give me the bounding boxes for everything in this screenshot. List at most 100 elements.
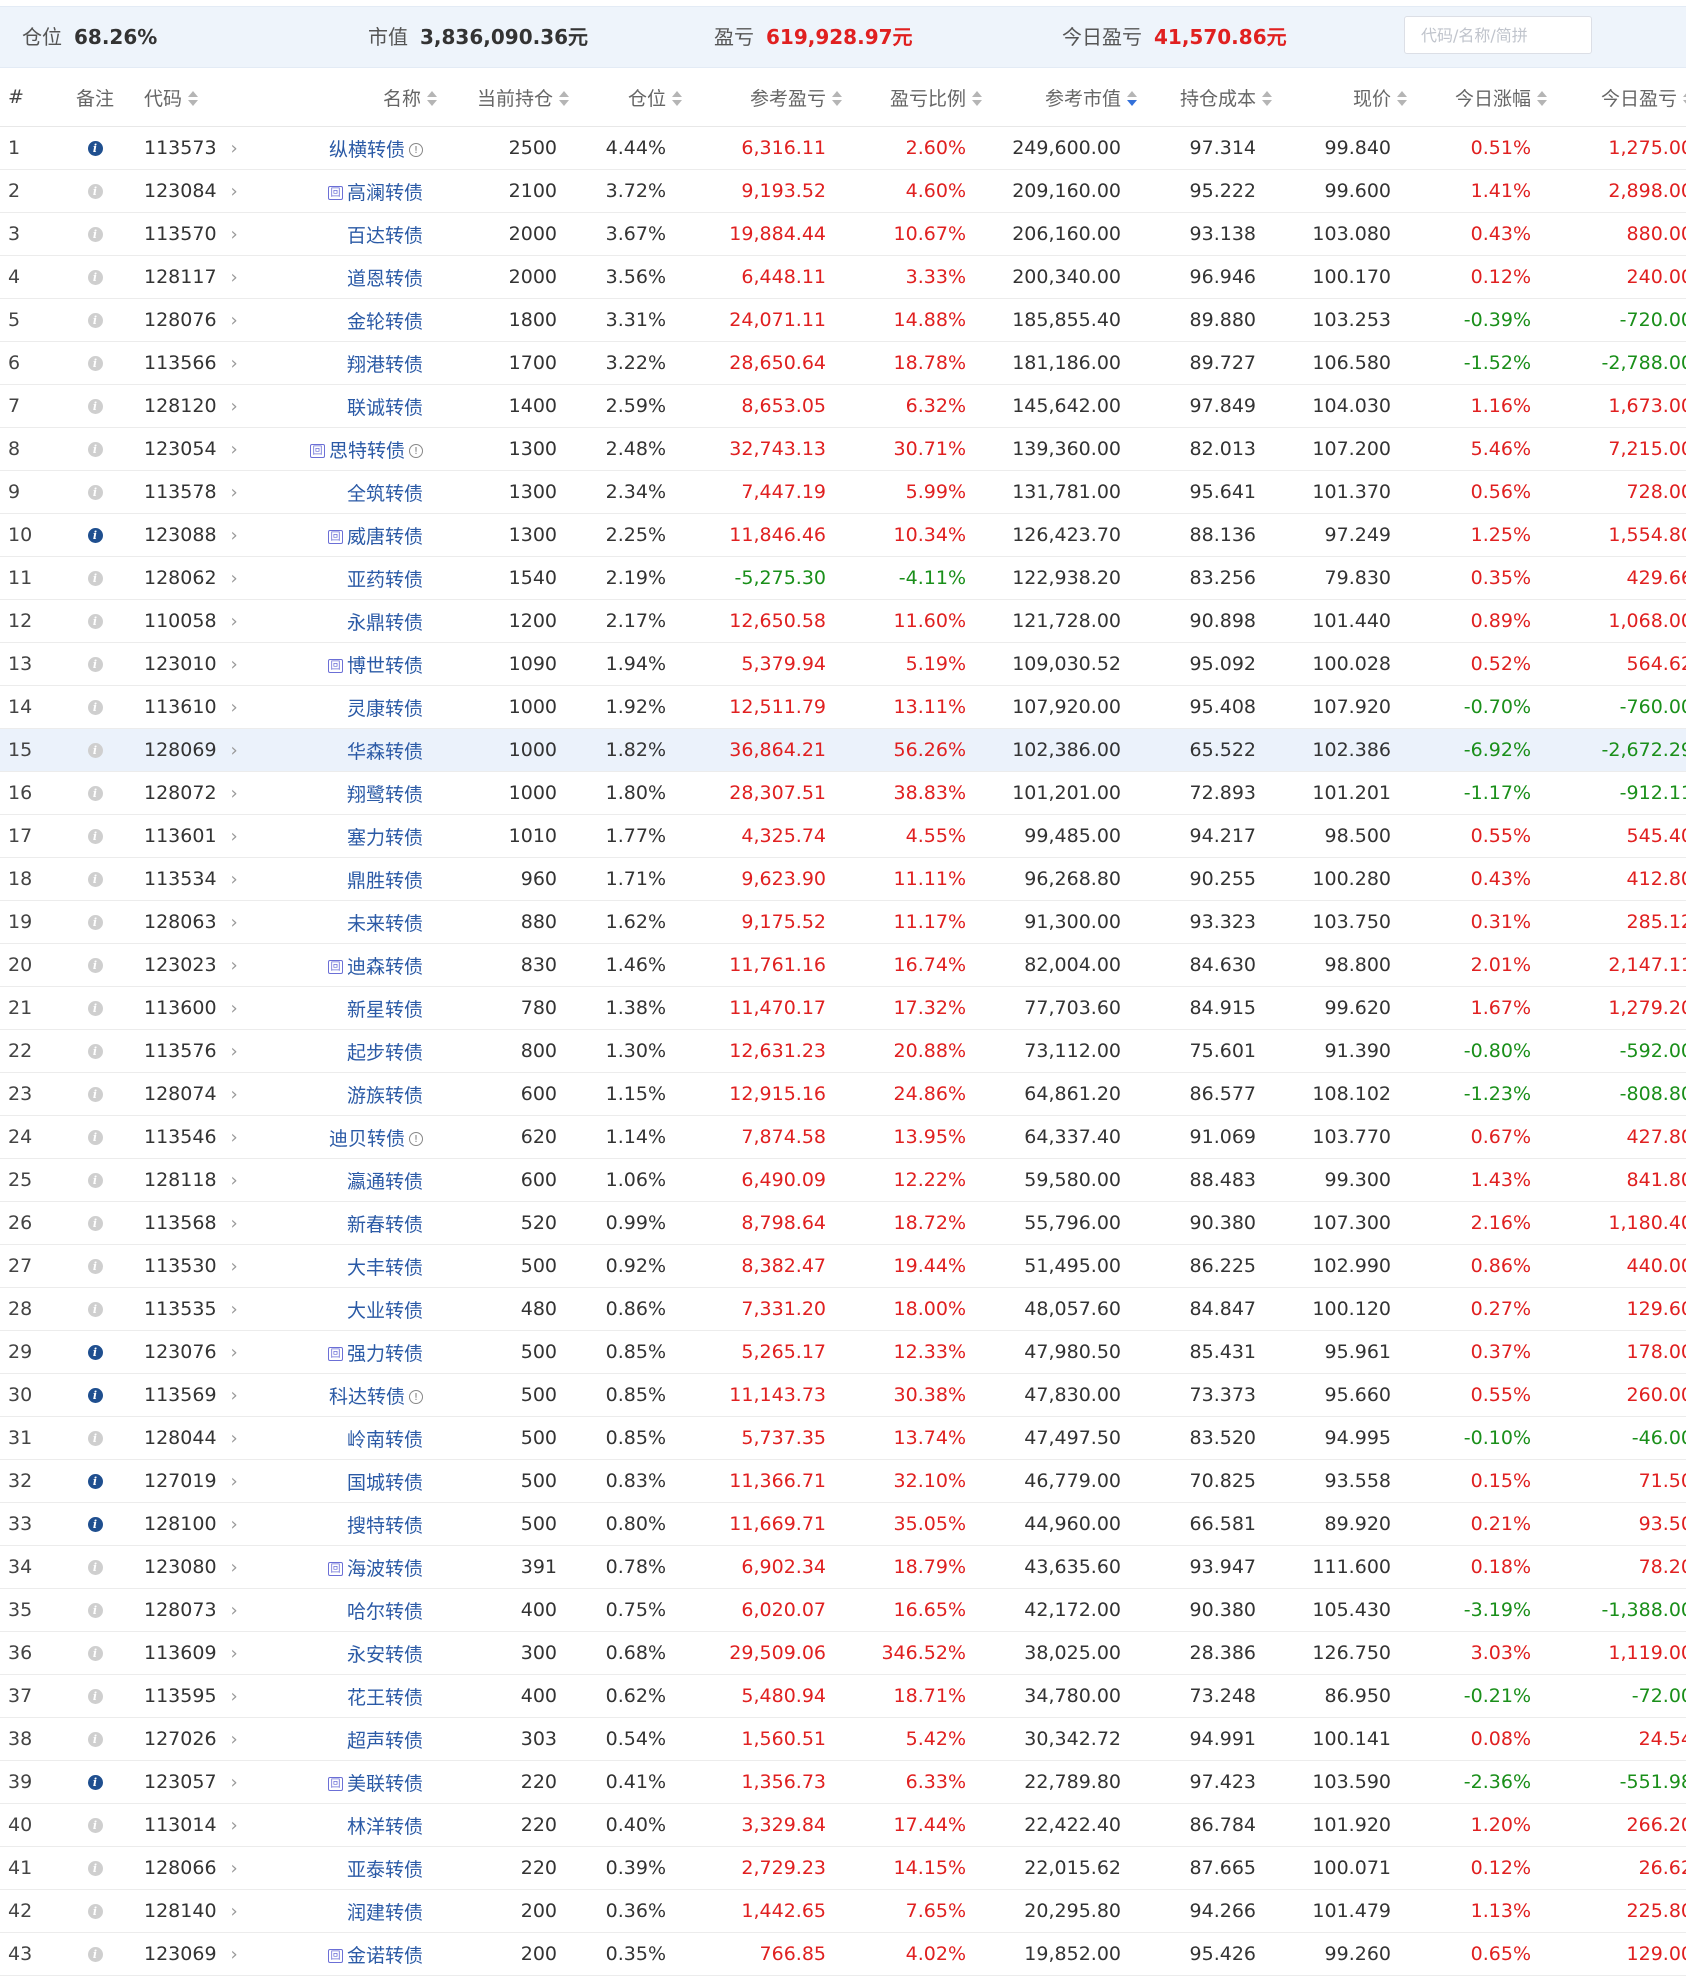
bond-name-link[interactable]: 威唐转债 — [347, 526, 423, 548]
table-row[interactable]: 35 i 128073 › 哈尔转债 400 0.75% 6,020.07 16.65% 42,1… — [0, 1588, 1686, 1632]
cell-code[interactable]: 113610 › — [130, 685, 270, 729]
cell-name[interactable]: 花王转债 — [270, 1674, 445, 1718]
cell-name[interactable]: 回美联转债 — [270, 1760, 445, 1804]
sort-icon[interactable] — [672, 91, 682, 107]
sort-icon[interactable] — [1262, 91, 1272, 107]
info-icon[interactable]: i — [87, 614, 103, 629]
cell-code[interactable]: 123057 › — [130, 1760, 270, 1804]
table-row[interactable]: 5 i 128076 › 金轮转债 1800 3.31% 24,071.11 14.88% 185… — [0, 298, 1686, 342]
cell-code[interactable]: 113601 › — [130, 814, 270, 858]
cell-name[interactable]: 翔鹭转债 — [270, 771, 445, 815]
cell-name[interactable]: 回海波转债 — [270, 1545, 445, 1589]
cell-note[interactable]: i — [60, 1373, 130, 1417]
chevron-right-icon[interactable]: › — [231, 912, 238, 933]
cell-code[interactable]: 113570 › — [130, 212, 270, 256]
bond-name-link[interactable]: 超声转债 — [347, 1730, 423, 1752]
bond-name-link[interactable]: 迪贝转债 — [329, 1128, 405, 1150]
cell-code[interactable]: 123084 › — [130, 169, 270, 213]
info-icon[interactable]: i — [87, 872, 103, 887]
cell-note[interactable]: i — [60, 341, 130, 385]
bond-code[interactable]: 123088 — [144, 524, 217, 546]
table-row[interactable]: 30 i 113569 › 科达转债! 500 0.85% 11,143.73 30.38% 47… — [0, 1373, 1686, 1417]
cell-name[interactable]: 大业转债 — [270, 1287, 445, 1331]
cell-note[interactable]: i — [60, 255, 130, 299]
info-icon[interactable]: i — [87, 1431, 103, 1446]
cell-note[interactable]: i — [60, 1803, 130, 1847]
info-icon[interactable]: i — [87, 141, 103, 156]
chevron-right-icon[interactable]: › — [231, 1729, 238, 1750]
cell-name[interactable]: 回强力转债 — [270, 1330, 445, 1374]
cell-code[interactable]: 128069 › — [130, 728, 270, 772]
chevron-right-icon[interactable]: › — [231, 1944, 238, 1965]
table-row[interactable]: 13 i 123010 › 回博世转债 1090 1.94% 5,379.94 5.19% 109… — [0, 642, 1686, 686]
cell-note[interactable]: i — [60, 1330, 130, 1374]
bond-code[interactable]: 113014 — [144, 1814, 217, 1836]
cell-name[interactable]: 科达转债! — [270, 1373, 445, 1417]
cell-name[interactable]: 道恩转债 — [270, 255, 445, 299]
info-icon[interactable]: i — [87, 657, 103, 672]
cell-name[interactable]: 亚泰转债 — [270, 1846, 445, 1890]
cell-code[interactable]: 128066 › — [130, 1846, 270, 1890]
info-icon[interactable]: i — [87, 184, 103, 199]
table-row[interactable]: 40 i 113014 › 林洋转债 220 0.40% 3,329.84 17.44% 22,4… — [0, 1803, 1686, 1847]
info-icon[interactable]: i — [87, 915, 103, 930]
bond-code[interactable]: 127026 — [144, 1728, 217, 1750]
info-icon[interactable]: i — [87, 1044, 103, 1059]
bond-code[interactable]: 113610 — [144, 696, 217, 718]
cell-note[interactable]: i — [60, 685, 130, 729]
bond-name-link[interactable]: 思特转债 — [329, 440, 405, 462]
chevron-right-icon[interactable]: › — [231, 396, 238, 417]
info-icon[interactable]: i — [87, 399, 103, 414]
cell-code[interactable]: 113566 › — [130, 341, 270, 385]
info-icon[interactable]: i — [87, 1689, 103, 1704]
bond-code[interactable]: 123010 — [144, 653, 217, 675]
bond-name-link[interactable]: 永鼎转债 — [347, 612, 423, 634]
table-row[interactable]: 29 i 123076 › 回强力转债 500 0.85% 5,265.17 12.33% 47,… — [0, 1330, 1686, 1374]
bond-code[interactable]: 128076 — [144, 309, 217, 331]
bond-name-link[interactable]: 未来转债 — [347, 913, 423, 935]
bond-name-link[interactable]: 金轮转债 — [347, 311, 423, 333]
info-icon[interactable]: i — [87, 829, 103, 844]
info-icon[interactable]: i — [87, 1173, 103, 1188]
chevron-right-icon[interactable]: › — [231, 1557, 238, 1578]
cell-note[interactable]: i — [60, 212, 130, 256]
cell-code[interactable]: 128118 › — [130, 1158, 270, 1202]
bond-code[interactable]: 123069 — [144, 1943, 217, 1965]
cell-note[interactable]: i — [60, 427, 130, 471]
cell-note[interactable]: i — [60, 943, 130, 987]
bond-name-link[interactable]: 全筑转债 — [347, 483, 423, 505]
info-icon[interactable]: i — [87, 1474, 103, 1489]
cell-code[interactable]: 113014 › — [130, 1803, 270, 1847]
bond-name-link[interactable]: 塞力转债 — [347, 827, 423, 849]
table-row[interactable]: 8 i 123054 › 回思特转债! 1300 2.48% 32,743.13 30.71% 1… — [0, 427, 1686, 471]
bond-code[interactable]: 123076 — [144, 1341, 217, 1363]
bond-name-link[interactable]: 哈尔转债 — [347, 1601, 423, 1623]
chevron-right-icon[interactable]: › — [231, 1299, 238, 1320]
chevron-right-icon[interactable]: › — [231, 1041, 238, 1062]
cell-code[interactable]: 128140 › — [130, 1889, 270, 1933]
cell-note[interactable]: i — [60, 900, 130, 944]
cell-note[interactable]: i — [60, 1760, 130, 1804]
cell-code[interactable]: 123054 › — [130, 427, 270, 471]
col-header-name[interactable]: 名称 — [270, 68, 445, 127]
info-icon[interactable]: i — [87, 1259, 103, 1274]
cell-note[interactable]: i — [60, 1588, 130, 1632]
info-circle-icon[interactable]: ! — [409, 1390, 423, 1404]
cell-name[interactable]: 迪贝转债! — [270, 1115, 445, 1159]
bond-name-link[interactable]: 灵康转债 — [347, 698, 423, 720]
bond-name-link[interactable]: 华森转债 — [347, 741, 423, 763]
bond-code[interactable]: 128074 — [144, 1083, 217, 1105]
bond-code[interactable]: 128120 — [144, 395, 217, 417]
chevron-right-icon[interactable]: › — [231, 1084, 238, 1105]
table-row[interactable]: 24 i 113546 › 迪贝转债! 620 1.14% 7,874.58 13.95% 64,… — [0, 1115, 1686, 1159]
table-row[interactable]: 16 i 128072 › 翔鹭转债 1000 1.80% 28,307.51 38.83% 10… — [0, 771, 1686, 815]
chevron-right-icon[interactable]: › — [231, 1385, 238, 1406]
cell-code[interactable]: 123069 › — [130, 1932, 270, 1976]
bond-code[interactable]: 128069 — [144, 739, 217, 761]
cell-name[interactable]: 新春转债 — [270, 1201, 445, 1245]
sort-icon[interactable] — [832, 91, 842, 107]
bond-code[interactable]: 128044 — [144, 1427, 217, 1449]
info-icon[interactable]: i — [87, 270, 103, 285]
table-row[interactable]: 7 i 128120 › 联诚转债 1400 2.59% 8,653.05 6.32% 145,6… — [0, 384, 1686, 428]
table-row[interactable]: 17 i 113601 › 塞力转债 1010 1.77% 4,325.74 4.55% 99,4… — [0, 814, 1686, 858]
